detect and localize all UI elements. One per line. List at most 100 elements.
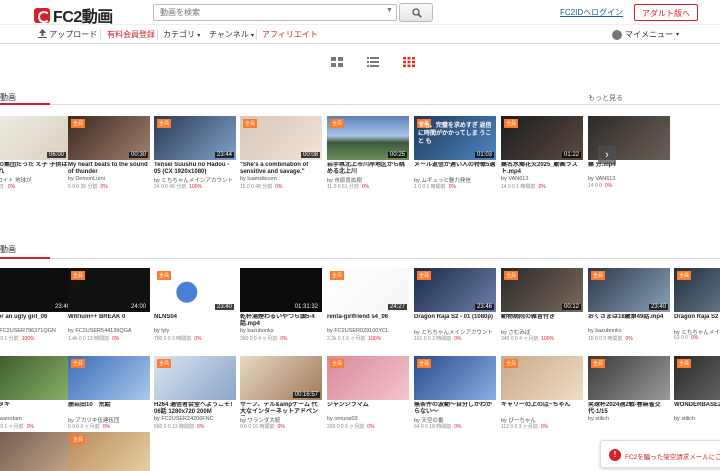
video-thumbnail[interactable]: 全員23:46 bbox=[674, 268, 720, 312]
video-title[interactable]: おくさまは18歳第49話.mp4 bbox=[588, 314, 670, 328]
nav-premium[interactable]: 有料会員登録 bbox=[107, 29, 155, 40]
video-uploader[interactable]: by びーちゃん bbox=[501, 416, 583, 423]
video-thumbnail[interactable]: 全員 00:08 bbox=[240, 116, 322, 160]
video-uploader[interactable]: by luamsibcom bbox=[240, 176, 322, 183]
video-thumbnail[interactable]: 全員 bbox=[154, 356, 236, 400]
video-card[interactable]: 06:00 るでの集団だった え子 子供は生まれジェロイト 地球が 0 0 1 日… bbox=[0, 116, 68, 190]
scam-warning-notice[interactable]: ! FC2を騙った架空請求メールにご注意 bbox=[600, 440, 720, 468]
nav-channel[interactable]: チャンネル ▾ bbox=[209, 29, 254, 40]
video-card[interactable]: 全員笑球杯2024週2戦-春麻雀交代-1/15 by stilich bbox=[588, 356, 670, 430]
video-thumbnail[interactable]: 全員 24:00 bbox=[68, 268, 150, 312]
video-uploader[interactable]: by VAN613 bbox=[501, 176, 583, 183]
video-thumbnail[interactable]: 全員 bbox=[68, 432, 150, 471]
video-card[interactable]: 全員 23:40 NLNS04 by lyly 700 0 0 3 時間前 0% bbox=[154, 268, 236, 342]
video-card[interactable]: 全員 24:00 Witrium++ BREAK 0 by FC2USER544139… bbox=[68, 268, 150, 342]
video-title[interactable]: メール返信が遅い人の特徴5選 bbox=[414, 162, 496, 176]
search-dropdown-icon[interactable]: ▼ bbox=[386, 7, 393, 14]
video-uploader[interactable]: by とちちゃんメイ bbox=[674, 328, 720, 335]
video-thumbnail[interactable]: 00:16:57 bbox=[240, 356, 322, 400]
video-thumbnail[interactable]: 06:00 bbox=[0, 116, 68, 160]
search-button[interactable] bbox=[399, 3, 433, 22]
video-thumbnail[interactable] bbox=[0, 432, 74, 471]
video-uploader[interactable]: by kazubonks bbox=[240, 328, 322, 335]
video-title[interactable]: My heart beats to the sound of thunder bbox=[68, 162, 150, 176]
video-card[interactable]: 全員 WONDERBASE20 8/16by stilich bbox=[674, 356, 720, 430]
video-uploader[interactable]: by lyly bbox=[154, 328, 236, 335]
video-uploader[interactable]: by ワランダ大統 bbox=[240, 416, 322, 423]
nav-upload[interactable]: アップロード bbox=[38, 29, 97, 40]
video-thumbnail[interactable]: 全員 bbox=[68, 356, 150, 400]
video-title[interactable]: ジャンジラマム bbox=[327, 402, 409, 416]
video-thumbnail[interactable]: 全員 bbox=[327, 356, 409, 400]
video-title[interactable]: 無条件の波動～自分しかわからない～ bbox=[414, 402, 496, 416]
video-thumbnail[interactable]: 全員 bbox=[588, 356, 670, 400]
video-card[interactable]: 全員 23:44 Tensei Suushu no Hadou - 05 (CX 1… bbox=[154, 116, 236, 190]
video-card[interactable]: 全員 24:27 renta-girlfriend s4_06 by FC2USER0… bbox=[327, 268, 409, 342]
list-view-icon[interactable] bbox=[366, 55, 382, 69]
video-title[interactable]: るでの集団だった え子 子供は生まれ bbox=[0, 162, 68, 176]
video-thumbnail[interactable] bbox=[0, 356, 74, 400]
video-thumbnail[interactable]: 全員 23:44 bbox=[154, 116, 236, 160]
video-uploader[interactable]: by とちちゃんメインアカウント bbox=[154, 176, 236, 183]
video-uploader[interactable]: by FC2USER24206FNC bbox=[154, 416, 236, 423]
video-card[interactable]: 00:16:57 サーフ、テル&ampゲーム 代大なインターネットアドベンチャーb… bbox=[240, 356, 322, 430]
video-uploader[interactable]: by ムギュっと魅力発信 bbox=[414, 176, 496, 183]
video-uploader[interactable]: by 天空の番 bbox=[414, 416, 496, 423]
video-card[interactable]: 全員 キャリーの上のば~ちゃん by びーちゃん 112 0 0 3 ヶ月前 0% bbox=[501, 356, 583, 430]
video-card[interactable]: 全員 ジャンジラマム by ornurai03 209 0 0 6 ヶ月前 0% bbox=[327, 356, 409, 430]
video-title[interactable]: 桑名水郷花火2025_動画ラスト.mp4 bbox=[501, 162, 583, 176]
video-thumbnail[interactable]: 全員 01:22 bbox=[501, 116, 583, 160]
grid-large-view-icon[interactable] bbox=[330, 55, 346, 69]
video-uploader[interactable]: by stilich bbox=[588, 416, 670, 423]
video-title[interactable]: ヒタキ bbox=[0, 402, 74, 416]
video-title[interactable]: 笑球杯2024週2戦-春麻雀交代-1/15 bbox=[588, 402, 670, 416]
more-link[interactable]: もっと見る bbox=[588, 93, 623, 103]
video-thumbnail[interactable]: 全員 24:27 bbox=[327, 268, 409, 312]
video-card[interactable] bbox=[0, 432, 74, 471]
video-uploader[interactable]: by FC2USER544139QGA bbox=[68, 328, 150, 335]
video-title[interactable]: 桑 分.mp4 bbox=[588, 162, 670, 176]
nav-affiliate[interactable]: アフィリエイト bbox=[262, 29, 318, 40]
video-card[interactable]: 全員23:46 Dragon Raja S2by とちちゃんメイ63 0 00% bbox=[674, 268, 720, 342]
grid-small-view-icon[interactable] bbox=[402, 55, 418, 69]
carousel-next-button[interactable]: › bbox=[598, 146, 616, 164]
video-card[interactable]: 全員 無条件の波動～自分しかわからない～ by 天空の番 64 0 0 18 時間前 0… bbox=[414, 356, 496, 430]
video-title[interactable]: キャリーの上のば~ちゃん bbox=[501, 402, 583, 416]
video-card[interactable]: 全員 00:30 My heart beats to the sound of th… bbox=[68, 116, 150, 190]
video-thumbnail[interactable]: 全員 00:30 bbox=[68, 116, 150, 160]
video-thumbnail[interactable]: 全員 bbox=[674, 356, 720, 400]
video-uploader[interactable]: by FC2USER796371QGN bbox=[0, 328, 74, 335]
adult-version-button[interactable]: アダルト版へ bbox=[634, 4, 698, 21]
video-title[interactable]: NLNS04 bbox=[154, 314, 236, 328]
video-title[interactable]: Witrium++ BREAK 0 bbox=[68, 314, 150, 328]
video-thumbnail[interactable]: 01:31:32 bbox=[240, 268, 322, 312]
video-title[interactable]: Tensei Suushu no Hadou - 05 (CX 1920x108… bbox=[154, 162, 236, 176]
video-thumbnail[interactable]: 全員 23:40 bbox=[154, 268, 236, 312]
video-uploader[interactable]: by とちちゃんメインアカウント bbox=[414, 328, 496, 335]
video-uploader[interactable]: by VAN613 bbox=[588, 176, 670, 183]
login-link[interactable]: FC2IDへログイン bbox=[560, 7, 623, 18]
video-thumbnail[interactable]: 全員 01:03 でも、完璧を求めすぎ 返信に時間がかかってしま うこと も bbox=[414, 116, 496, 160]
nav-category[interactable]: カテゴリ ▾ bbox=[163, 29, 200, 40]
video-card[interactable]: ヒタキby wanotam0 0 0 1 ヶ月前0% bbox=[0, 356, 74, 430]
video-uploader[interactable]: by wanotam bbox=[0, 416, 74, 423]
video-title[interactable]: Dragon Raja S2 bbox=[674, 314, 720, 328]
my-menu[interactable]: マイメニュー ▾ bbox=[612, 29, 679, 40]
video-thumbnail[interactable]: 全員 00:25 bbox=[327, 116, 409, 160]
search-input[interactable] bbox=[153, 4, 397, 21]
video-title[interactable]: サーフ、テル&ampゲーム 代大なインターネットアドベンチャー bbox=[240, 402, 322, 416]
video-title[interactable]: "She's a combination of sensitive and sa… bbox=[240, 162, 322, 176]
video-thumbnail[interactable]: 全員23:46 bbox=[414, 268, 496, 312]
video-uploader[interactable]: by kazubonks bbox=[588, 328, 670, 335]
video-uploader[interactable]: ジェロイト 地球が bbox=[0, 176, 68, 183]
video-uploader[interactable]: by さむみぽ bbox=[501, 328, 583, 335]
video-card[interactable]: 全員 00:25 岩手県北上市川岸地区から眺める北上川 by 市原良拡樹 11 0 0 … bbox=[327, 116, 409, 190]
video-uploader[interactable]: by ornurai03 bbox=[327, 416, 409, 423]
video-uploader[interactable]: by FC2USER029100YCL bbox=[327, 328, 409, 335]
video-title[interactable]: WONDERBASE20 8/16 bbox=[674, 402, 720, 416]
video-thumbnail[interactable]: 全員 bbox=[414, 356, 496, 400]
video-title[interactable]: 乾杯湯煙わるいやつら頭5-4話.mp4 bbox=[240, 314, 322, 328]
video-card[interactable]: 全員 00:08 "She's a combination of sensitive… bbox=[240, 116, 322, 190]
video-title[interactable]: t for an ugly girl_06 bbox=[0, 314, 74, 328]
video-title[interactable]: 岩手県北上市川岸地区から眺める北上川 bbox=[327, 162, 409, 176]
